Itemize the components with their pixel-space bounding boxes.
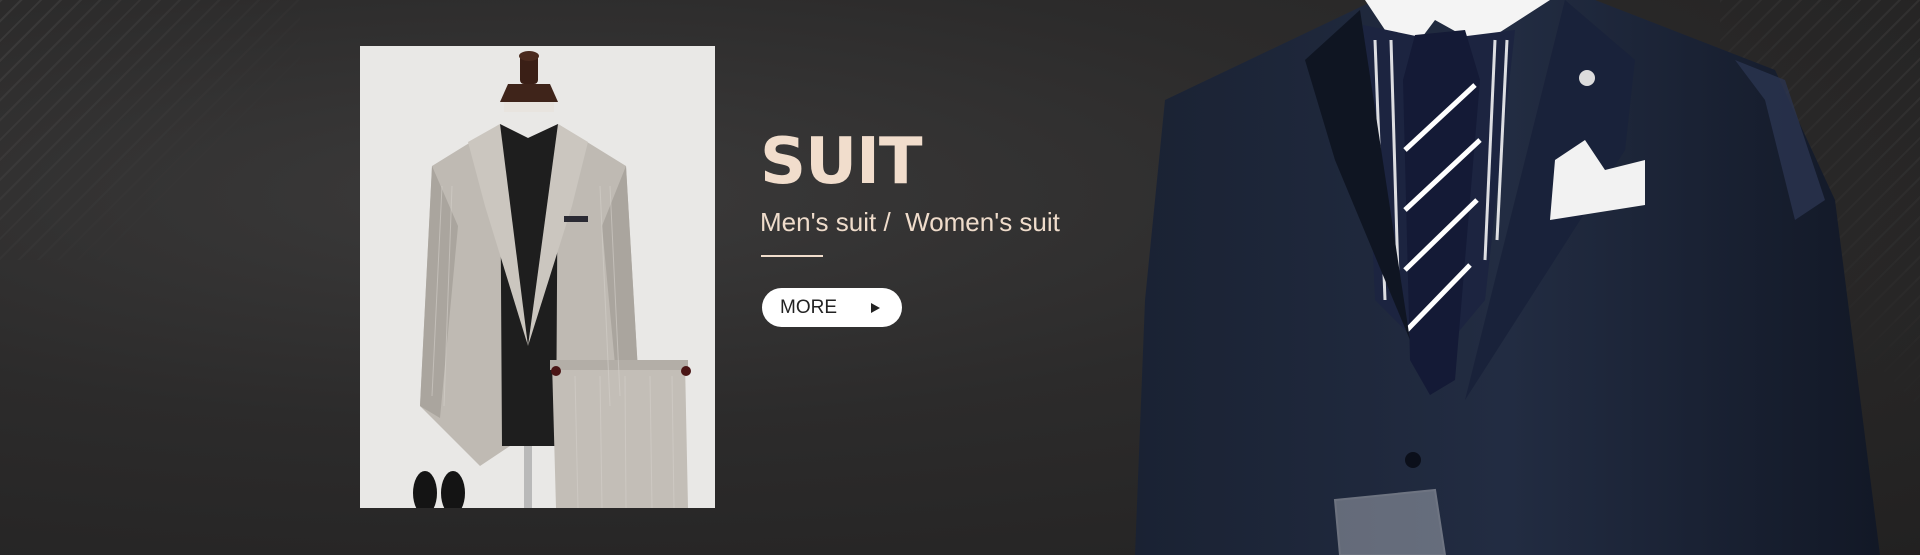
product-image[interactable] bbox=[360, 46, 715, 508]
banner-title: SUIT bbox=[760, 125, 923, 199]
more-button-label: MORE bbox=[780, 296, 837, 318]
title-divider bbox=[761, 255, 823, 257]
suit-mannequin-illustration bbox=[360, 46, 715, 508]
banner-subtitle: Men's suit / Women's suit bbox=[760, 207, 1060, 237]
more-button[interactable]: MORE bbox=[762, 288, 902, 327]
hero-banner: SUIT Men's suit / Women's suit MORE bbox=[0, 0, 1920, 555]
model-image bbox=[1135, 0, 1880, 555]
diagonal-stripes-left bbox=[0, 0, 300, 260]
model-in-suit-illustration bbox=[1135, 0, 1880, 555]
play-icon bbox=[871, 302, 880, 313]
